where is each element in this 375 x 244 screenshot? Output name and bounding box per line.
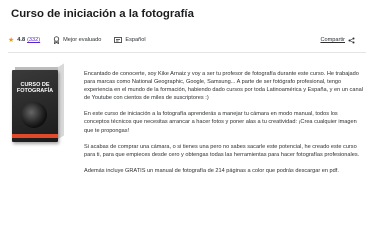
share-label: Compartir [320, 37, 345, 43]
product-box-front: CURSO DE FOTOGRAFÍA [12, 70, 58, 142]
product-box-band [12, 134, 58, 138]
product-box-title: CURSO DE FOTOGRAFÍA [15, 82, 55, 95]
share-icon [348, 37, 355, 43]
description-paragraph: Si acabas de comprar una cámara, o si ti… [84, 143, 360, 158]
badge-label: Mejor evaluado [63, 37, 102, 43]
review-count-link[interactable]: (332) [27, 37, 40, 43]
language-info: Español [114, 36, 146, 44]
description-paragraph: Además incluye GRATIS un manual de fotog… [84, 167, 339, 174]
course-product-image: CURSO DE FOTOGRAFÍA [12, 63, 64, 145]
header-divider [8, 52, 366, 53]
product-box-title-line2: FOTOGRAFÍA [16, 88, 54, 95]
language-label: Español [125, 37, 146, 43]
rating-value: 4.8 [17, 37, 26, 43]
description-paragraph: Encantado de conocerte, soy Kike Arnaiz … [84, 71, 363, 102]
course-title: Curso de iniciación a la fotografía [11, 8, 194, 20]
course-meta-bar: ★ 4.8 (332) Mejor evaluado Español Compa… [8, 33, 364, 47]
product-box-side [58, 63, 64, 139]
description-paragraph: En este curso de iniciación a la fotogra… [84, 111, 357, 134]
course-description: Encantado de conocerte, soy Kike Arnaiz … [84, 70, 364, 183]
rating-summary[interactable]: ★ 4.8 (332) [8, 37, 40, 44]
ribbon-icon [53, 36, 60, 44]
star-icon: ★ [8, 36, 15, 44]
top-rated-badge: Mejor evaluado [53, 36, 101, 44]
share-button[interactable]: Compartir [320, 33, 358, 47]
camera-lens-graphic [21, 102, 47, 128]
language-icon [114, 36, 123, 43]
